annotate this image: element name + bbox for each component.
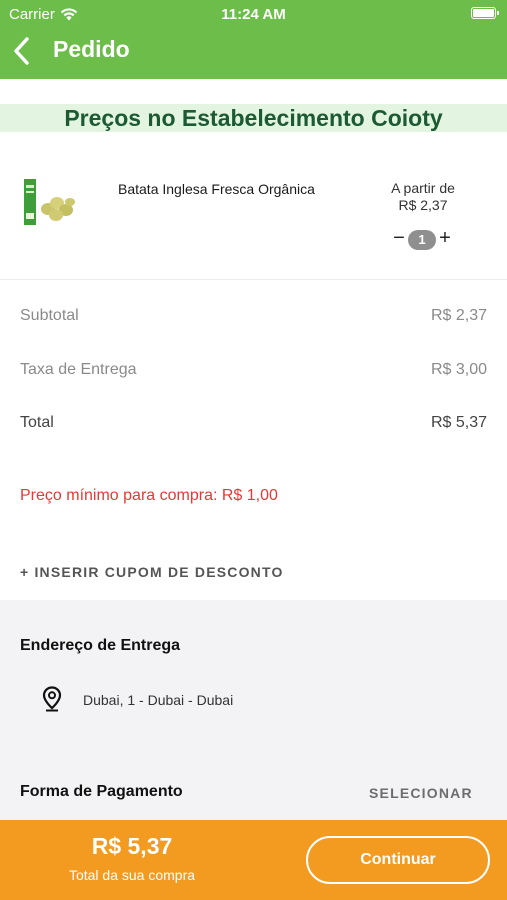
total-value: R$ 5,37 xyxy=(430,414,487,431)
product-price: A partir de R$ 2,37 xyxy=(372,180,474,214)
status-bar: Carrier 11:24 AM xyxy=(0,0,507,28)
delivery-fee-value: R$ 3,00 xyxy=(430,361,487,378)
status-time: 11:24 AM xyxy=(221,6,286,23)
delivery-address[interactable]: Dubai, 1 - Dubai - Dubai xyxy=(83,692,233,708)
minimum-order-notice: Preço mínimo para compra: R$ 1,00 xyxy=(20,487,278,504)
nav-bar: Pedido xyxy=(0,30,507,72)
page-title: Pedido xyxy=(53,36,130,62)
quantity-stepper: − 1 + xyxy=(392,228,454,252)
delivery-address-title: Endereço de Entrega xyxy=(20,637,181,654)
subtotal-label: Subtotal xyxy=(20,307,79,324)
increase-button[interactable]: + xyxy=(438,228,452,250)
checkout-footer: R$ 5,37 Total da sua compra Continuar xyxy=(0,820,507,900)
store-banner: Preços no Estabelecimento Coioty xyxy=(0,104,507,132)
delivery-fee-label: Taxa de Entrega xyxy=(20,361,137,378)
payment-method-title: Forma de Pagamento xyxy=(20,783,183,800)
back-chevron-icon[interactable] xyxy=(10,36,34,66)
footer-total-caption: Total da sua compra xyxy=(68,867,196,883)
cart-item: Batata Inglesa Fresca Orgânica A partir … xyxy=(0,160,507,280)
product-name: Batata Inglesa Fresca Orgânica xyxy=(118,181,315,197)
product-image xyxy=(24,179,75,225)
price-prefix: A partir de xyxy=(391,180,455,196)
price-value: R$ 2,37 xyxy=(398,197,448,213)
continue-button[interactable]: Continuar xyxy=(306,836,490,884)
location-pin-icon xyxy=(42,686,62,712)
quantity-badge: 1 xyxy=(408,230,436,250)
divider xyxy=(0,279,507,280)
battery-icon xyxy=(471,7,499,19)
select-payment-button[interactable]: SELECIONAR xyxy=(369,785,473,801)
add-coupon-button[interactable]: + INSERIR CUPOM DE DESCONTO xyxy=(20,564,284,580)
footer-total: R$ 5,37 xyxy=(91,833,173,859)
header: Carrier 11:24 AM Pedido xyxy=(0,0,507,79)
store-title: Preços no Estabelecimento Coioty xyxy=(64,105,443,131)
decrease-button[interactable]: − xyxy=(392,228,406,250)
total-label: Total xyxy=(20,414,54,431)
subtotal-value: R$ 2,37 xyxy=(430,307,487,324)
